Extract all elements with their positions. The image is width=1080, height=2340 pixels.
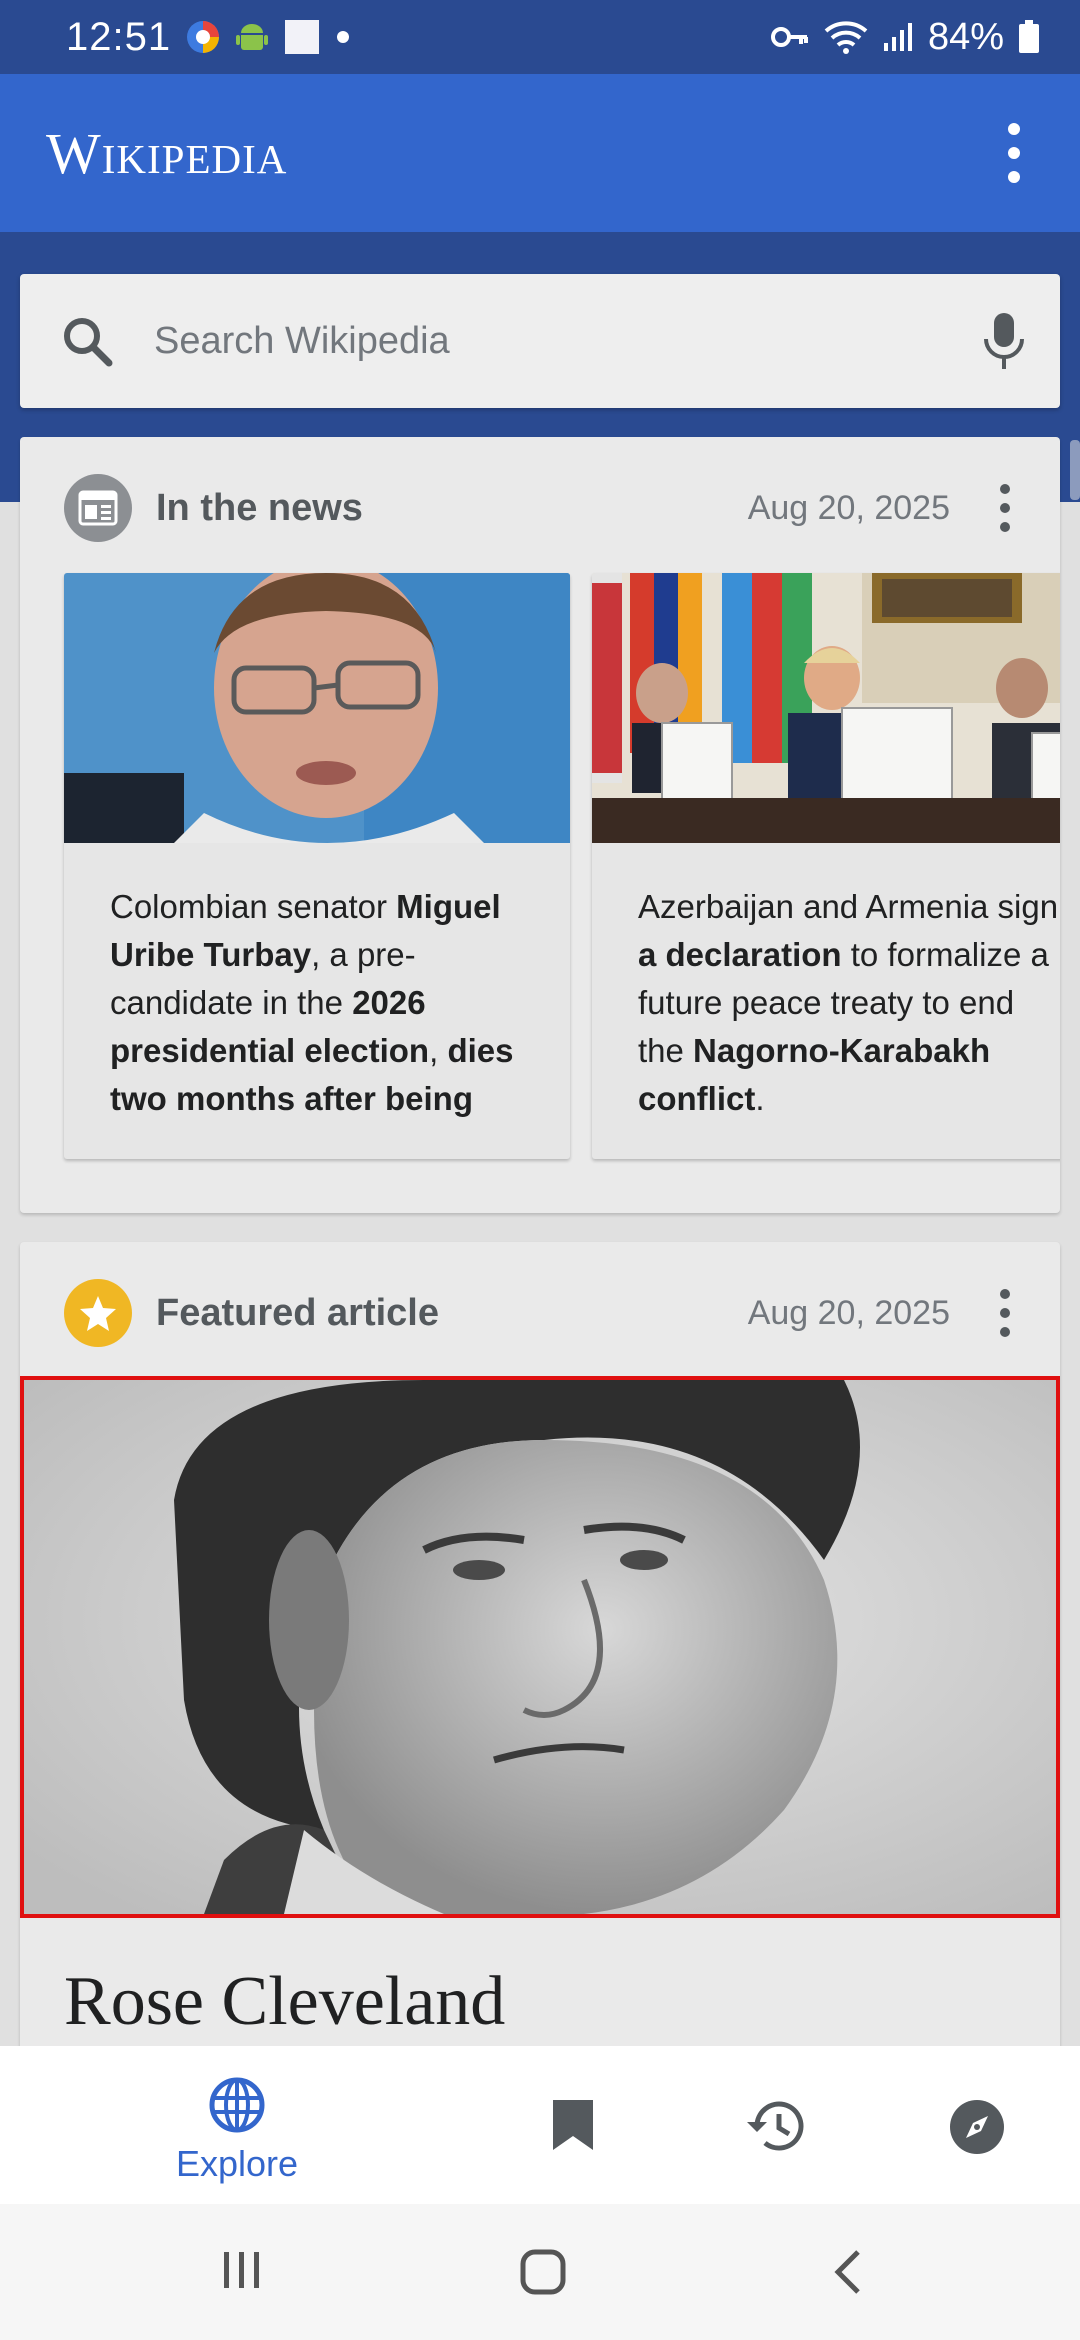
star-icon [64, 1279, 132, 1347]
news-photo-senator [64, 573, 570, 843]
search-bar[interactable] [20, 274, 1060, 408]
featured-card-date: Aug 20, 2025 [747, 1293, 950, 1332]
in-the-news-card: In the news Aug 20, 2025 Colombian senat… [20, 437, 1060, 1213]
bottom-navigation: Explore [0, 2046, 1080, 2204]
status-notification-icons [185, 18, 351, 56]
microphone-icon[interactable] [982, 311, 1026, 371]
screen: 12:51 84% Wikipedia Search Wikipedia In … [0, 0, 1080, 2340]
app-bar: Wikipedia [0, 74, 1080, 232]
news-item[interactable]: Colombian senator Miguel Uribe Turbay, a… [64, 573, 570, 1159]
vpn-key-icon [770, 27, 808, 47]
news-card-overflow-icon[interactable] [990, 484, 1020, 532]
status-bar: 12:51 84% [0, 0, 1080, 74]
featured-article-image[interactable] [20, 1376, 1060, 1918]
newspaper-icon [64, 474, 132, 542]
nav-explore-label: Explore [175, 2143, 299, 2184]
featured-card-overflow-icon[interactable] [990, 1289, 1020, 1337]
explore-globe-icon [209, 2077, 265, 2133]
notification-square-icon [285, 20, 320, 54]
news-item-text: Colombian senator Miguel Uribe Turbay, a… [64, 843, 570, 1133]
battery-percent: 84% [927, 15, 1004, 58]
news-photo-signing [592, 573, 1060, 843]
saved-bookmark-icon[interactable] [551, 2098, 595, 2152]
android-icon [236, 24, 269, 50]
scroll-indicator [1070, 440, 1080, 500]
places-compass-icon[interactable] [948, 2098, 1006, 2156]
status-time: 12:51 [66, 14, 172, 59]
home-icon[interactable] [519, 2248, 567, 2296]
back-icon[interactable] [830, 2248, 864, 2296]
news-link[interactable]: a declaration [638, 936, 842, 973]
news-card-title: In the news [156, 486, 363, 529]
wikipedia-logo[interactable]: Wikipedia [46, 120, 287, 187]
search-input[interactable] [154, 319, 982, 363]
browser-icon [187, 21, 220, 53]
dot-icon [337, 31, 350, 43]
featured-card-header: Featured article Aug 20, 2025 [64, 1276, 1040, 1350]
featured-card-title: Featured article [156, 1291, 439, 1334]
news-card-header: In the news Aug 20, 2025 [64, 471, 1040, 545]
recent-apps-icon[interactable] [220, 2248, 264, 2292]
search-icon [64, 318, 113, 367]
news-item[interactable]: Azerbaijan and Armenia sign a declaratio… [592, 573, 1060, 1159]
news-card-date: Aug 20, 2025 [747, 488, 950, 527]
wifi-icon [824, 21, 868, 54]
history-icon[interactable] [745, 2098, 807, 2154]
overflow-menu-icon[interactable] [994, 123, 1034, 183]
news-item-text: Azerbaijan and Armenia sign a declaratio… [638, 888, 1059, 1117]
signal-icon [883, 23, 912, 51]
battery-icon [1019, 20, 1039, 53]
nav-explore[interactable]: Explore [172, 2076, 302, 2185]
status-system-icons: 84% [770, 16, 1040, 59]
system-navigation-bar [0, 2204, 1080, 2340]
featured-article-title[interactable]: Rose Cleveland [64, 1962, 505, 2042]
